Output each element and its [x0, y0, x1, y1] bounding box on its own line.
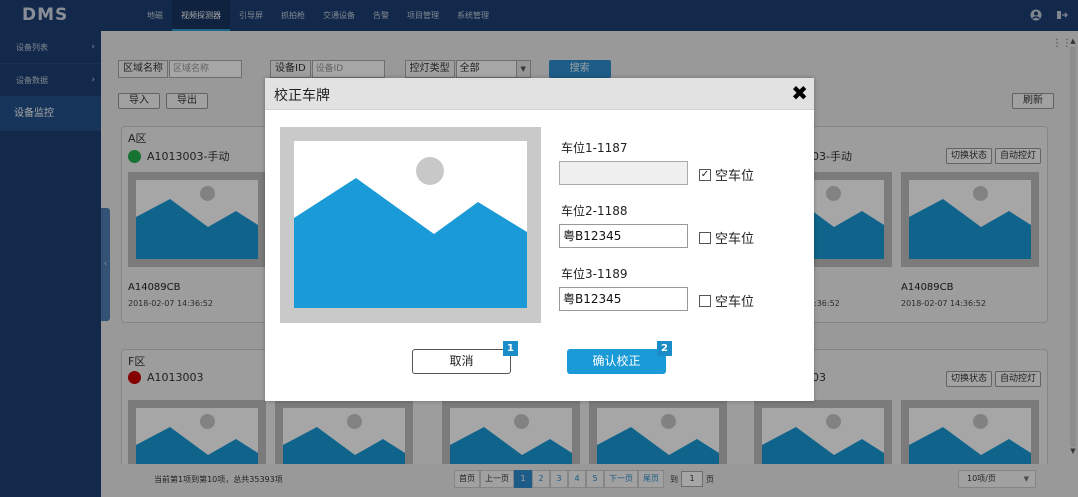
- close-icon[interactable]: ✖: [791, 81, 808, 105]
- image-placeholder: [294, 141, 527, 308]
- slot-2-plate-input[interactable]: 粤B12345: [559, 224, 688, 248]
- checkbox-icon: [699, 231, 711, 244]
- slot-3-plate-input[interactable]: 粤B12345: [559, 287, 688, 311]
- empty-slot-label: 空车位: [715, 232, 755, 247]
- confirm-correction-button[interactable]: 确认校正: [567, 349, 666, 374]
- slot-1-empty-checkbox[interactable]: ✓ 空车位: [699, 165, 754, 184]
- mountain-icon: [294, 178, 527, 308]
- dialog-header: 校正车牌 ✖: [265, 78, 814, 110]
- slot-1-plate-input[interactable]: [559, 161, 688, 185]
- slot-3-empty-checkbox[interactable]: 空车位: [699, 291, 754, 310]
- slot-2-empty-checkbox[interactable]: 空车位: [699, 228, 754, 247]
- step-badge-1: 1: [503, 341, 518, 356]
- empty-slot-label: 空车位: [715, 295, 755, 310]
- step-badge-2: 2: [657, 341, 672, 356]
- checkbox-checked-icon: ✓: [699, 168, 711, 181]
- dialog-title: 校正车牌: [274, 88, 330, 104]
- empty-slot-label: 空车位: [715, 169, 755, 184]
- slot-label: 车位3-1189: [561, 267, 628, 281]
- slot-label: 车位2-1188: [561, 204, 628, 218]
- checkbox-icon: [699, 294, 711, 307]
- slot-label: 车位1-1187: [561, 141, 628, 155]
- cancel-button[interactable]: 取消: [412, 349, 511, 374]
- plate-correction-dialog: 校正车牌 ✖ 车位1-1187 ✓ 空车位 车位2-1188 粤B12345 空…: [265, 78, 814, 401]
- capture-image: [280, 127, 541, 323]
